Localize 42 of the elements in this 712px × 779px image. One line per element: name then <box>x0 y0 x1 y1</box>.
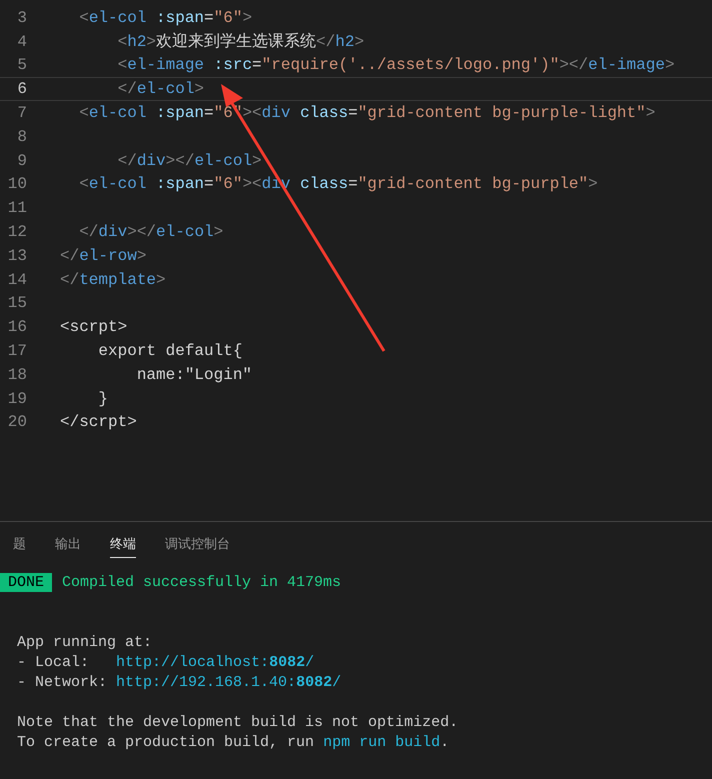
code-line: name:"Login" <box>136 366 252 384</box>
code-line: <scrpt> <box>60 318 128 336</box>
code-line: </el-row> <box>60 246 146 265</box>
line-number: 17 <box>6 342 27 360</box>
line-number: 15 <box>6 294 27 312</box>
terminal-line: To create a production build, run npm run build. <box>17 734 450 750</box>
line-number: 9 <box>16 152 27 170</box>
terminal-line: Note that the development build is not optimized. <box>17 714 458 730</box>
code-line: </scrpt> <box>60 413 137 432</box>
terminal-line: - Network: http://192.168.1.40:8082/ <box>17 674 342 690</box>
line-number: 7 <box>16 104 27 122</box>
panel-tab[interactable]: 题 <box>13 530 26 558</box>
line-number: 4 <box>16 32 27 51</box>
code-line: export default{ <box>97 342 242 360</box>
panel-tab[interactable]: 输出 <box>55 530 81 558</box>
line-number: 3 <box>16 8 27 27</box>
code-line: </div></el-col> <box>78 223 224 242</box>
line-number: 10 <box>6 175 27 194</box>
terminal-line: App running at: <box>17 634 152 650</box>
line-number: 16 <box>6 318 27 336</box>
line-number: 6 <box>16 80 27 98</box>
line-number: 18 <box>6 366 27 384</box>
line-number: 19 <box>6 390 27 408</box>
line-number: 5 <box>16 56 27 74</box>
terminal-line: - Local: http://localhost:8082/ <box>17 654 314 670</box>
code-line: } <box>97 390 108 408</box>
terminal-line: Compiled successfully in 4179ms <box>62 574 342 590</box>
line-number: 13 <box>6 246 27 265</box>
line-number: 8 <box>16 128 27 146</box>
code-line: </el-col> <box>116 80 204 98</box>
code-line: </template> <box>60 270 166 289</box>
done-badge: DONE <box>0 572 52 592</box>
line-number: 14 <box>6 270 27 289</box>
panel-tab[interactable]: 调试控制台 <box>165 530 230 558</box>
code-line: <el-col :span="6"> <box>78 8 252 27</box>
code-line: <el-image :src="require('../assets/logo.png')"></el-image> <box>116 56 675 74</box>
line-number: 11 <box>6 199 27 218</box>
line-number: 20 <box>6 413 27 432</box>
panel-tab[interactable]: 终端 <box>110 530 136 558</box>
code-line: </div></el-col> <box>116 152 262 170</box>
line-number: 12 <box>6 223 27 242</box>
code-line: <h2>欢迎来到学生选课系统</h2> <box>116 32 364 52</box>
